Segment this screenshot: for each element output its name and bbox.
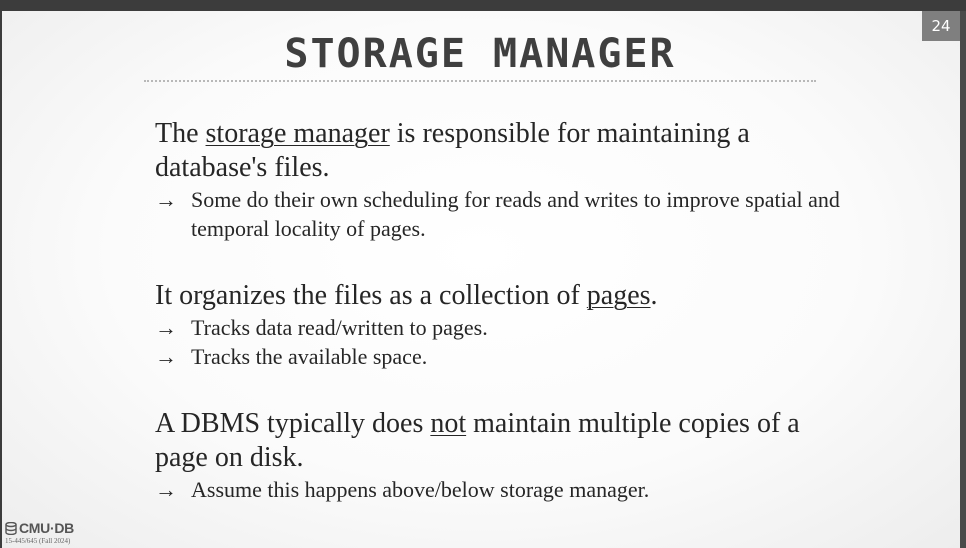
point-text-pre: A DBMS typically does	[155, 408, 431, 439]
point-storage-manager: The storage manager is responsible for m…	[155, 117, 855, 185]
point-copies: A DBMS typically does not maintain multi…	[155, 407, 855, 475]
slide: 24 STORAGE MANAGER The storage manager i…	[2, 11, 960, 548]
course-label: 15-445/645 (Fall 2024)	[5, 537, 71, 545]
sub-point-text: Tracks data read/written to pages.	[191, 315, 488, 340]
arrow-icon: →	[155, 477, 177, 502]
point-text-pre: It organizes the files as a collection o…	[155, 280, 587, 311]
logo-text: CMU·DB	[19, 520, 74, 536]
term-not: not	[430, 408, 467, 439]
sub-point-text: Some do their own scheduling for reads a…	[191, 187, 840, 241]
sub-point-tracks-space: → Tracks the available space.	[155, 342, 855, 371]
point-pages: It organizes the files as a collection o…	[155, 279, 855, 313]
sub-point-assume: → Assume this happens above/below storage…	[155, 475, 855, 504]
arrow-icon: →	[155, 187, 177, 212]
sub-point-scheduling: → Some do their own scheduling for reads …	[155, 185, 855, 243]
term-storage-manager: storage manager	[205, 118, 390, 149]
arrow-icon: →	[155, 315, 177, 340]
sub-point-text: Tracks the available space.	[191, 344, 428, 369]
point-text-post: .	[650, 280, 658, 311]
sub-point-tracks-data: → Tracks data read/written to pages.	[155, 313, 855, 342]
slide-number: 24	[922, 11, 960, 41]
term-pages: pages	[586, 280, 651, 311]
window-edge	[960, 11, 966, 548]
course-logo: CMU·DB 15-445/645 (Fall 2024)	[5, 520, 74, 545]
presentation-frame: 24 STORAGE MANAGER The storage manager i…	[0, 0, 966, 548]
arrow-icon: →	[155, 344, 177, 369]
slide-title: STORAGE MANAGER	[284, 31, 676, 77]
slide-body: The storage manager is responsible for m…	[155, 117, 855, 504]
title-divider	[144, 80, 816, 82]
sub-point-text: Assume this happens above/below storage …	[191, 477, 650, 502]
point-text-pre: The	[155, 118, 206, 149]
database-icon	[5, 521, 17, 535]
